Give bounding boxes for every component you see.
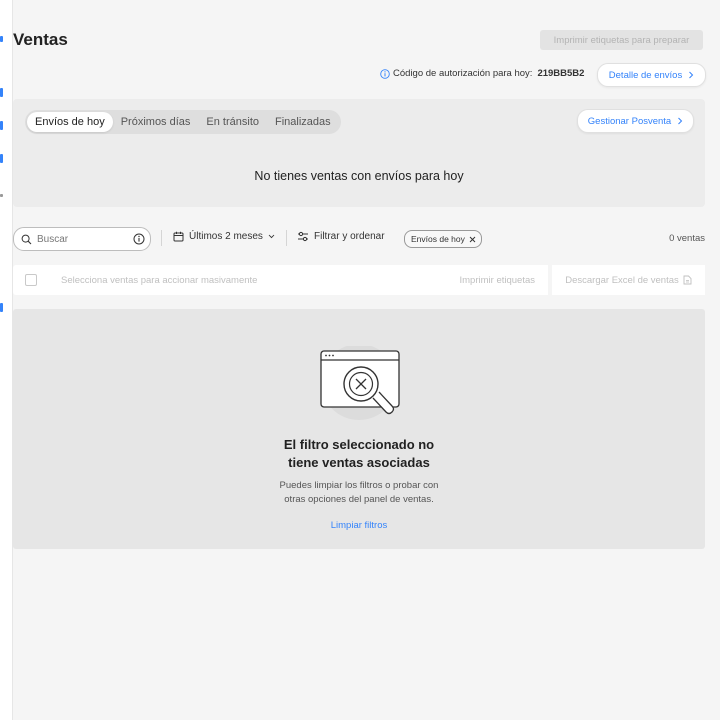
left-rail — [0, 0, 13, 720]
rail-nav-marker[interactable] — [0, 36, 3, 42]
shipment-tabs: Envíos de hoy Próximos días En tránsito … — [25, 110, 341, 134]
bulk-actions-bar: Selecciona ventas para accionar masivame… — [13, 265, 548, 295]
page-title: Ventas — [13, 30, 68, 49]
active-filter-label: Envíos de hoy — [411, 234, 465, 244]
rail-nav-marker[interactable] — [0, 154, 3, 163]
shipment-details-button[interactable]: Detalle de envíos — [597, 63, 706, 87]
chevron-right-icon — [678, 117, 683, 125]
rail-nav-marker[interactable] — [0, 303, 3, 312]
empty-state-title: El filtro seleccionado no tiene ventas a… — [13, 436, 705, 472]
filter-sort-label: Filtrar y ordenar — [314, 231, 385, 242]
period-dropdown[interactable]: Últimos 2 meses — [173, 231, 275, 242]
tab-today[interactable]: Envíos de hoy — [27, 112, 113, 132]
chevron-down-icon — [268, 234, 275, 239]
sliders-icon — [298, 231, 308, 242]
info-icon — [380, 68, 390, 79]
select-all-checkbox[interactable] — [25, 274, 37, 286]
rail-nav-marker[interactable] — [0, 88, 3, 97]
document-icon — [683, 275, 692, 285]
tab-next-days[interactable]: Próximos días — [113, 112, 199, 132]
search-field[interactable] — [13, 227, 151, 251]
browser-window-magnifier-x-icon — [320, 346, 400, 420]
rail-nav-marker[interactable] — [0, 121, 3, 130]
toolbar-divider — [286, 230, 287, 246]
manage-postsale-button[interactable]: Gestionar Posventa — [577, 109, 694, 133]
search-icon — [21, 234, 32, 244]
empty-state-title-line: tiene ventas asociadas — [288, 455, 430, 470]
search-input[interactable] — [35, 232, 134, 246]
no-shipments-message: No tienes ventas con envíos para hoy — [254, 169, 464, 183]
empty-state-desc-line: otras opciones del panel de ventas. — [284, 494, 434, 505]
sales-count: 0 ventas — [669, 233, 705, 244]
rail-divider-dot — [0, 194, 3, 197]
shipments-panel: Envíos de hoy Próximos días En tránsito … — [13, 99, 705, 207]
download-excel-button[interactable]: Descargar Excel de ventas — [552, 265, 705, 295]
close-icon[interactable] — [469, 236, 476, 243]
period-label: Últimos 2 meses — [189, 231, 263, 242]
empty-state-description: Puedes limpiar los filtros o probar con … — [13, 479, 705, 507]
shipment-details-label: Detalle de envíos — [608, 69, 683, 81]
download-excel-label: Descargar Excel de ventas — [565, 274, 679, 286]
empty-results-panel: El filtro seleccionado no tiene ventas a… — [13, 309, 705, 549]
clear-filters-link[interactable]: Limpiar filtros — [13, 520, 705, 531]
toolbar-divider — [161, 230, 162, 246]
empty-state-desc-line: Puedes limpiar los filtros o probar con — [279, 480, 439, 491]
bulk-select-hint: Selecciona ventas para accionar masivame… — [61, 274, 258, 286]
empty-state-title-line: El filtro seleccionado no — [283, 437, 435, 452]
print-labels-prepare-button[interactable]: Imprimir etiquetas para preparar — [540, 30, 703, 50]
chevron-right-icon — [689, 71, 694, 79]
calendar-icon — [173, 231, 184, 242]
tab-finished[interactable]: Finalizadas — [267, 112, 339, 132]
tab-in-transit[interactable]: En tránsito — [198, 112, 267, 132]
filter-sort-button[interactable]: Filtrar y ordenar — [297, 231, 385, 242]
manage-postsale-label: Gestionar Posventa — [587, 115, 672, 127]
authorization-code-row: Código de autorización para hoy: 219BB5B… — [380, 68, 584, 79]
print-labels-button[interactable]: Imprimir etiquetas — [460, 275, 536, 286]
active-filter-chip[interactable]: Envíos de hoy — [404, 230, 482, 248]
info-circle-icon[interactable] — [133, 233, 145, 245]
authorization-label: Código de autorización para hoy: — [393, 68, 533, 79]
authorization-code: 219BB5B2 — [537, 68, 585, 79]
